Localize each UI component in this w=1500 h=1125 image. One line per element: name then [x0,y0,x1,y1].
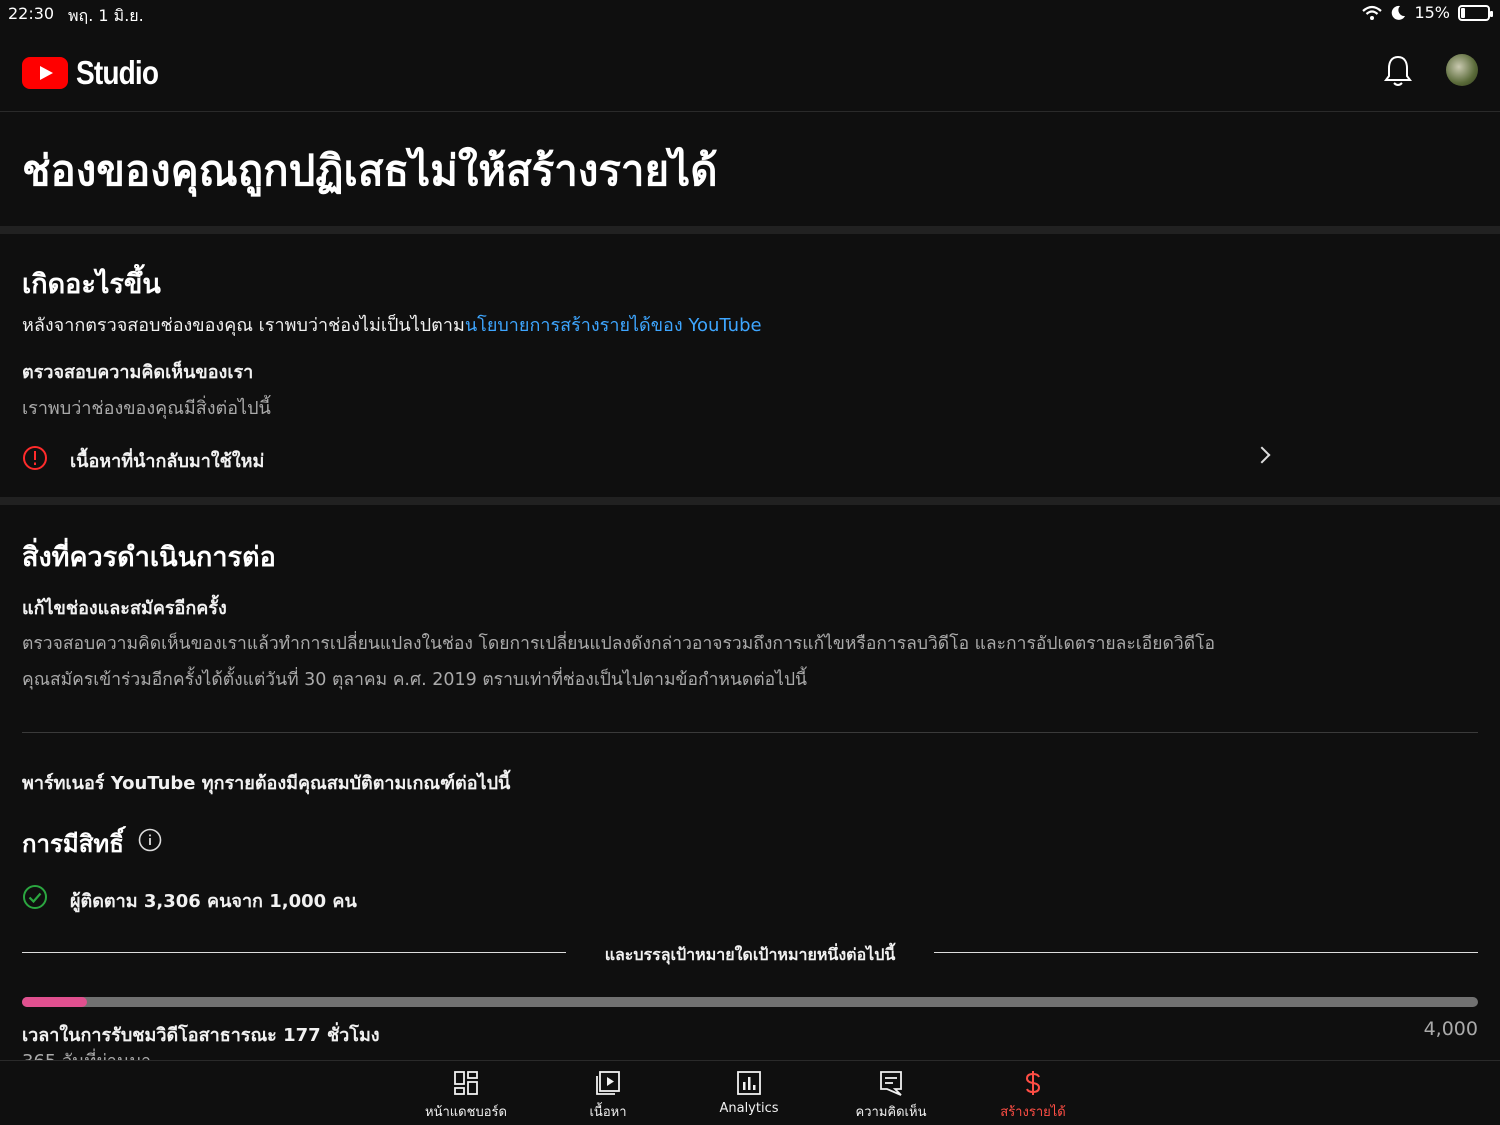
nav-dashboard-label: หน้าแดชบอร์ด [425,1105,507,1120]
separator-line-right [934,952,1478,953]
nav-content[interactable]: เนื้อหา [538,1069,678,1122]
what-happened-text: หลังจากตรวจสอบช่องของคุณ เราพบว่าช่องไม่… [22,310,762,339]
comments-icon [880,1071,902,1096]
eligibility-heading: การมีสิทธิ์ [22,830,124,858]
status-indicators: 15% [1362,3,1493,22]
watch-hours-target: 4,000 [1423,1018,1478,1040]
section-divider [0,497,1500,505]
watch-hours-progress-bar [22,997,1478,1007]
review-heading: ตรวจสอบความคิดเห็นของเรา [22,362,254,383]
separator-line-left [22,952,566,953]
status-bar: 22:30 พฤ. 1 มิ.ย. 15% [0,0,1500,30]
battery-icon [1458,4,1493,21]
app-name: Studio [76,54,159,91]
analytics-icon [737,1071,761,1095]
status-date: พฤ. 1 มิ.ย. [68,6,144,25]
subscriber-requirement: ผู้ติดตาม 3,306 คนจาก 1,000 คน [70,891,357,912]
error-icon [23,446,47,470]
nav-analytics-label: Analytics [719,1101,779,1116]
avatar[interactable] [1446,54,1478,86]
bottom-navigation: หน้าแดชบอร์ด เนื้อหา Analytics ความคิดเห… [0,1060,1500,1125]
what-happened-heading: เกิดอะไรขึ้น [22,269,161,300]
dashboard-icon [454,1071,478,1095]
check-circle-icon [23,885,47,909]
nav-comments[interactable]: ความคิดเห็น [821,1069,961,1122]
status-time: 22:30 [8,4,55,23]
info-icon[interactable] [138,828,162,852]
eligibility-intro: พาร์ทเนอร์ YouTube ทุกรายต้องมีคุณสมบัติ… [22,773,511,794]
nav-dashboard[interactable]: หน้าแดชบอร์ด [396,1069,536,1122]
nav-monetization-label: สร้างรายได้ [1000,1105,1066,1120]
nav-analytics[interactable]: Analytics [679,1069,819,1116]
nav-comments-label: ความคิดเห็น [855,1105,927,1120]
policy-link[interactable]: นโยบายการสร้างรายได้ของ YouTube [465,315,762,336]
issue-row-reused-content[interactable]: เนื้อหาที่นำกลับมาใช้ใหม่ [22,440,1278,476]
policy-text-prefix: หลังจากตรวจสอบช่องของคุณ เราพบว่าช่องไม่… [22,315,465,336]
divider [22,732,1478,733]
next-steps-heading: สิ่งที่ควรดำเนินการต่อ [22,542,276,573]
review-text: เราพบว่าช่องของคุณมีสิ่งต่อไปนี้ [22,398,271,419]
battery-percent: 15% [1414,3,1450,22]
bell-icon[interactable] [1383,54,1413,88]
goal-separator-text: และบรรลุเป้าหมายใดเป้าหมายหนึ่งต่อไปนี้ [604,945,896,964]
watch-hours-label: เวลาในการรับชมวิดีโอสาธารณะ 177 ชั่วโมง [22,1025,380,1046]
reapply-text-line2: คุณสมัครเข้าร่วมอีกครั้งได้ตั้งแต่วันที่… [22,670,808,690]
nav-content-label: เนื้อหา [589,1105,627,1120]
monetization-icon [1025,1071,1041,1095]
reapply-text-line1: ตรวจสอบความคิดเห็นของเราแล้วทำการเปลี่ยน… [22,634,1216,654]
app-header: Studio [0,30,1500,112]
content-icon [596,1071,620,1095]
youtube-play-icon [22,57,68,89]
moon-icon [1392,5,1406,20]
watch-hours-progress-fill [22,997,87,1007]
chevron-right-icon [1253,446,1271,464]
reapply-heading: แก้ไขช่องและสมัครอีกครั้ง [22,598,227,619]
nav-monetization[interactable]: สร้างรายได้ [963,1069,1103,1122]
wifi-icon [1362,5,1383,20]
issue-label: เนื้อหาที่นำกลับมาใช้ใหม่ [70,451,265,472]
page-title: ช่องของคุณถูกปฏิเสธไม่ให้สร้างรายได้ [22,146,718,195]
section-divider [0,226,1500,234]
youtube-studio-logo[interactable]: Studio [22,54,173,92]
